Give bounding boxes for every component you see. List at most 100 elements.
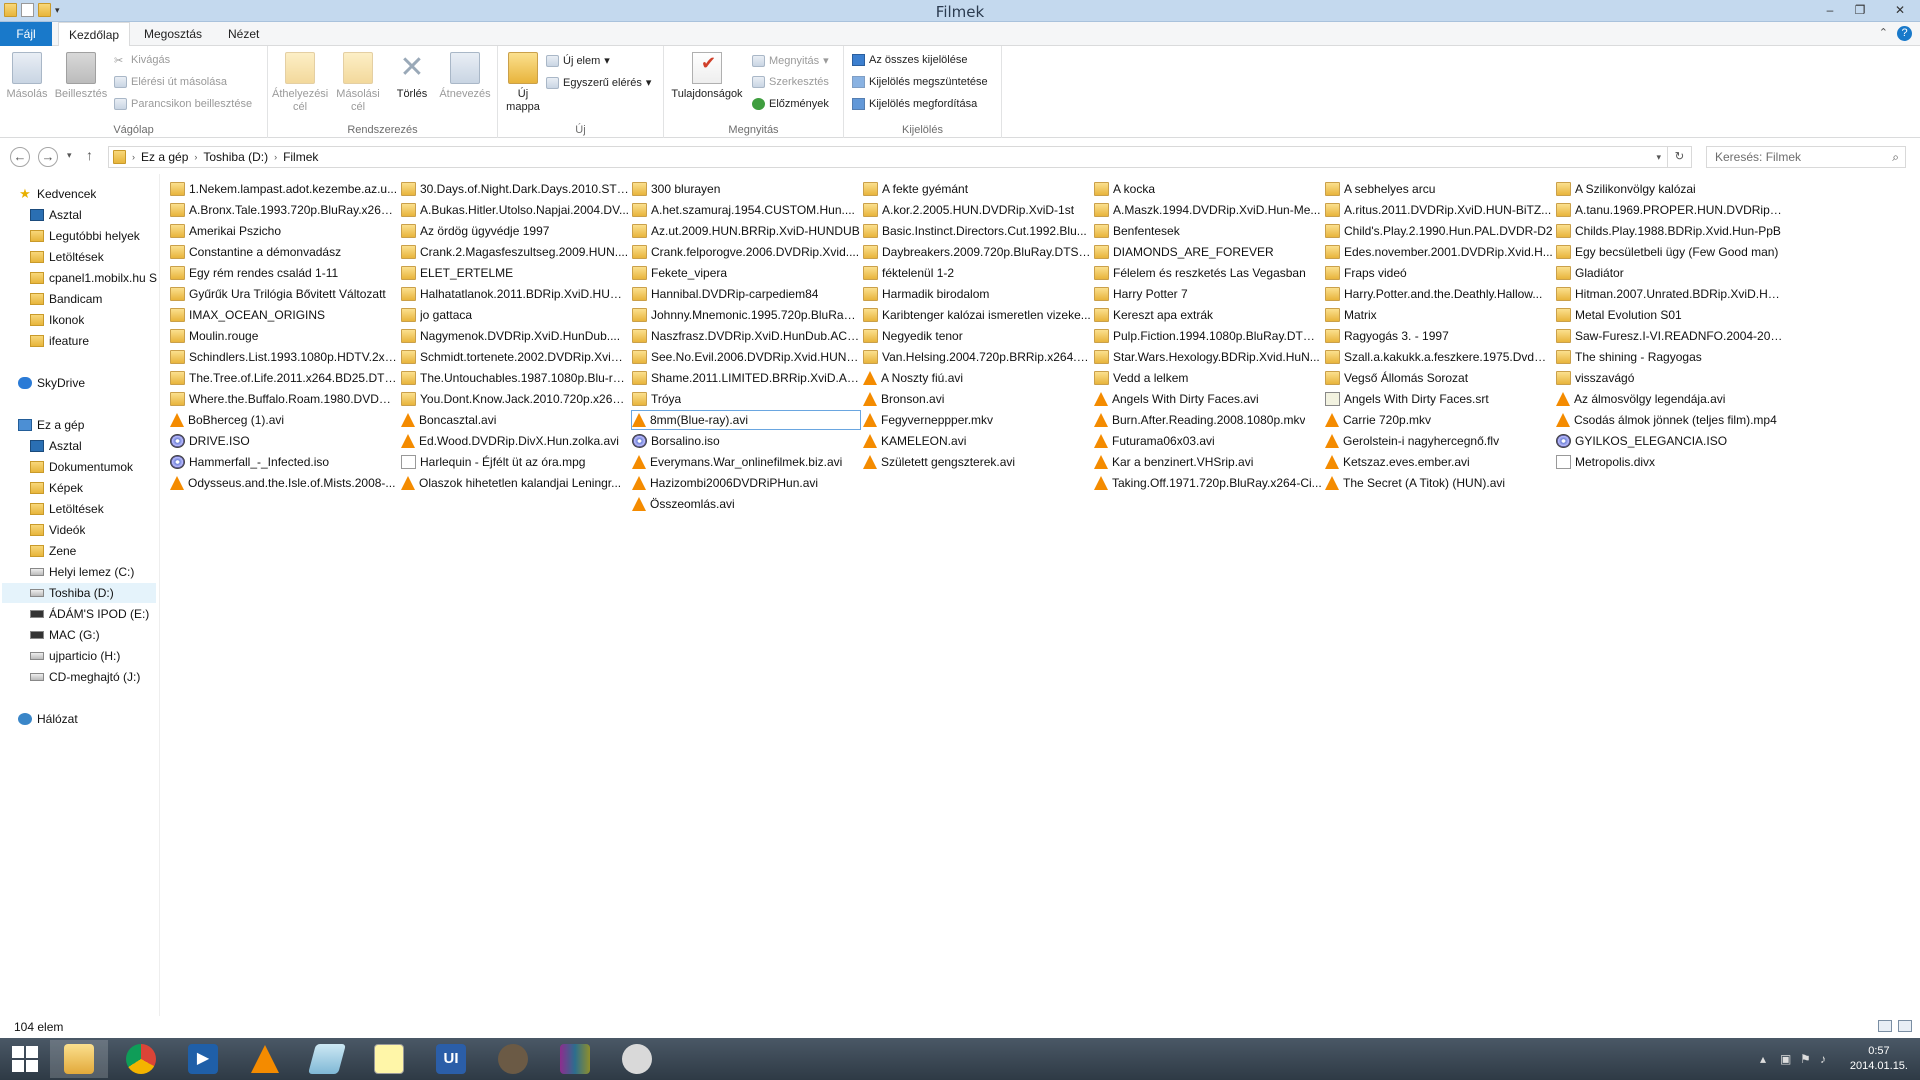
- folder-item[interactable]: Szall.a.kakukk.a.feszkere.1975.DvdRi...: [1325, 348, 1553, 366]
- folder-item[interactable]: Pulp.Fiction.1994.1080p.BluRay.DTS....: [1094, 327, 1322, 345]
- folder-item[interactable]: You.Dont.Know.Jack.2010.720p.x264....: [401, 390, 629, 408]
- tab-view[interactable]: Nézet: [218, 22, 269, 46]
- file-item[interactable]: Burn.After.Reading.2008.1080p.mkv: [1094, 411, 1322, 429]
- large-icons-view-icon[interactable]: [1898, 1020, 1912, 1032]
- clock[interactable]: 0:57 2014.01.15.: [1850, 1044, 1908, 1074]
- folder-item[interactable]: visszavágó: [1556, 369, 1784, 387]
- nav-drive-d[interactable]: Toshiba (D:): [2, 583, 156, 603]
- folder-item[interactable]: Shame.2011.LIMITED.BRRip.XviD.Ab...: [632, 369, 860, 387]
- folder-item[interactable]: Fraps videó: [1325, 264, 1553, 282]
- nav-pc-documents[interactable]: Dokumentumok: [30, 457, 133, 477]
- taskbar-app-eraser[interactable]: [298, 1040, 356, 1078]
- breadcrumb-this-pc[interactable]: Ez a gép: [141, 150, 188, 164]
- folder-item[interactable]: Gladiátor: [1556, 264, 1784, 282]
- nav-fav-bandicam[interactable]: Bandicam: [30, 289, 102, 309]
- taskbar-app[interactable]: [608, 1040, 666, 1078]
- tab-file[interactable]: Fájl: [0, 22, 52, 46]
- folder-item[interactable]: Harry.Potter.and.the.Deathly.Hallow...: [1325, 285, 1553, 303]
- nav-pc-pictures[interactable]: Képek: [30, 478, 83, 498]
- file-item[interactable]: Harlequin - Éjfélt üt az óra.mpg: [401, 453, 629, 471]
- folder-item[interactable]: Egy becsületbeli ügy (Few Good man): [1556, 243, 1784, 261]
- file-item[interactable]: The Secret (A Titok) (HUN).avi: [1325, 474, 1553, 492]
- nav-pc-desktop[interactable]: Asztal: [30, 436, 82, 456]
- copy-path-button[interactable]: Elérési út másolása: [114, 76, 227, 88]
- new-item-button[interactable]: Új elem ▾: [546, 54, 610, 67]
- nav-pc-videos[interactable]: Videók: [30, 520, 85, 540]
- folder-item[interactable]: Ragyogás 3. - 1997: [1325, 327, 1553, 345]
- file-item[interactable]: Metropolis.divx: [1556, 453, 1784, 471]
- tab-home[interactable]: Kezdőlap: [58, 22, 131, 47]
- folder-item[interactable]: Egy rém rendes család 1-11: [170, 264, 398, 282]
- nav-fav-cpanel[interactable]: cpanel1.mobilx.hu S: [30, 268, 158, 288]
- cut-button[interactable]: ✂ Kivágás: [114, 54, 170, 67]
- taskbar-vlc[interactable]: [236, 1040, 294, 1078]
- nav-drive-j[interactable]: CD-meghajtó (J:): [30, 667, 140, 687]
- folder-item[interactable]: Basic.Instinct.Directors.Cut.1992.Blu...: [863, 222, 1091, 240]
- folder-item[interactable]: IMAX_OCEAN_ORIGINS: [170, 306, 398, 324]
- file-item[interactable]: Everymans.War_onlinefilmek.biz.avi: [632, 453, 860, 471]
- folder-item[interactable]: Harmadik birodalom: [863, 285, 1091, 303]
- folder-item[interactable]: Az ördög ügyvédje 1997: [401, 222, 629, 240]
- breadcrumb-filmek[interactable]: Filmek: [283, 150, 318, 164]
- close-button[interactable]: ✕: [1880, 0, 1920, 20]
- show-hidden-icons-icon[interactable]: ▴: [1760, 1052, 1766, 1066]
- address-field[interactable]: › Ez a gép › Toshiba (D:) › Filmek ▾: [108, 146, 1668, 168]
- file-item[interactable]: Gerolstein-i nagyhercegnő.flv: [1325, 432, 1553, 450]
- folder-item[interactable]: Van.Helsing.2004.720p.BRRip.x264.A...: [863, 348, 1091, 366]
- edit-button[interactable]: Szerkesztés: [752, 76, 829, 88]
- folder-item[interactable]: A.Bronx.Tale.1993.720p.BluRay.x264....: [170, 201, 398, 219]
- folder-item[interactable]: Daybreakers.2009.720p.BluRay.DTS.x...: [863, 243, 1091, 261]
- folder-item[interactable]: Matrix: [1325, 306, 1553, 324]
- folder-item[interactable]: Vegső Állomás Sorozat: [1325, 369, 1553, 387]
- file-item[interactable]: Ed.Wood.DVDRip.DivX.Hun.zolka.avi: [401, 432, 629, 450]
- nav-drive-e[interactable]: ÁDÁM'S IPOD (E:): [30, 604, 149, 624]
- folder-item[interactable]: Edes.november.2001.DVDRip.Xvid.H...: [1325, 243, 1553, 261]
- history-button[interactable]: Előzmények: [752, 98, 829, 110]
- folder-item[interactable]: Crank.felporogve.2006.DVDRip.Xvid....: [632, 243, 860, 261]
- copy-button[interactable]: Másolás: [6, 52, 48, 101]
- file-item[interactable]: Született gengszterek.avi: [863, 453, 1091, 471]
- file-item[interactable]: Hammerfall_-_Infected.iso: [170, 453, 398, 471]
- nav-drive-g[interactable]: MAC (G:): [30, 625, 100, 645]
- rename-button[interactable]: Átnevezés: [436, 52, 494, 101]
- new-folder-button[interactable]: Új mappa: [502, 52, 544, 114]
- folder-item[interactable]: Childs.Play.1988.BDRip.Xvid.Hun-PpB: [1556, 222, 1784, 240]
- tab-share[interactable]: Megosztás: [134, 22, 212, 46]
- file-item[interactable]: Ketszaz.eves.ember.avi: [1325, 453, 1553, 471]
- folder-item[interactable]: Vedd a lelkem: [1094, 369, 1322, 387]
- delete-button[interactable]: ✕ Törlés: [390, 52, 434, 101]
- start-button[interactable]: [0, 1040, 50, 1078]
- easy-access-button[interactable]: Egyszerű elérés ▾: [546, 76, 651, 89]
- nav-fav-ifeature[interactable]: ifeature: [30, 331, 89, 351]
- folder-item[interactable]: Star.Wars.Hexology.BDRip.Xvid.HuN...: [1094, 348, 1322, 366]
- maximize-button[interactable]: ❐: [1845, 0, 1875, 20]
- folder-item[interactable]: 300 blurayen: [632, 180, 860, 198]
- recent-locations-icon[interactable]: ▾: [67, 150, 72, 161]
- folder-item[interactable]: Johnny.Mnemonic.1995.720p.BluRay....: [632, 306, 860, 324]
- select-all-button[interactable]: Az összes kijelölése: [852, 54, 967, 66]
- nav-pc-downloads[interactable]: Letöltések: [30, 499, 104, 519]
- collapse-ribbon-icon[interactable]: ⌃: [1879, 26, 1888, 39]
- nav-drive-h[interactable]: ujparticio (H:): [30, 646, 120, 666]
- minimize-button[interactable]: –: [1815, 0, 1845, 20]
- network-tray-icon[interactable]: ▣: [1780, 1052, 1791, 1066]
- file-item[interactable]: Angels With Dirty Faces.avi: [1094, 390, 1322, 408]
- taskbar-ui-app[interactable]: UI: [422, 1040, 480, 1078]
- folder-item[interactable]: féktelenül 1-2: [863, 264, 1091, 282]
- taskbar-notes[interactable]: [360, 1040, 418, 1078]
- nav-this-pc[interactable]: Ez a gép: [18, 415, 84, 435]
- file-item[interactable]: Kar a benzinert.VHSrip.avi: [1094, 453, 1322, 471]
- folder-item[interactable]: Saw-Furesz.I-VI.READNFO.2004-2009...: [1556, 327, 1784, 345]
- nav-fav-ikonok[interactable]: Ikonok: [30, 310, 84, 330]
- help-icon[interactable]: ?: [1897, 26, 1912, 41]
- folder-item[interactable]: Karibtenger kalózai ismeretlen vizeke...: [863, 306, 1091, 324]
- folder-item[interactable]: The.Tree.of.Life.2011.x264.BD25.DTS...: [170, 369, 398, 387]
- folder-item[interactable]: Crank.2.Magasfeszultseg.2009.HUN....: [401, 243, 629, 261]
- folder-item[interactable]: ELET_ERTELME: [401, 264, 629, 282]
- file-item[interactable]: Angels With Dirty Faces.srt: [1325, 390, 1553, 408]
- nav-fav-desktop[interactable]: Asztal: [30, 205, 82, 225]
- copy-to-button[interactable]: Másolási cél: [330, 52, 386, 114]
- folder-item[interactable]: Nagymenok.DVDRip.XviD.HunDub....: [401, 327, 629, 345]
- nav-network[interactable]: Hálózat: [18, 709, 78, 729]
- address-dropdown-icon[interactable]: ▾: [1656, 152, 1661, 163]
